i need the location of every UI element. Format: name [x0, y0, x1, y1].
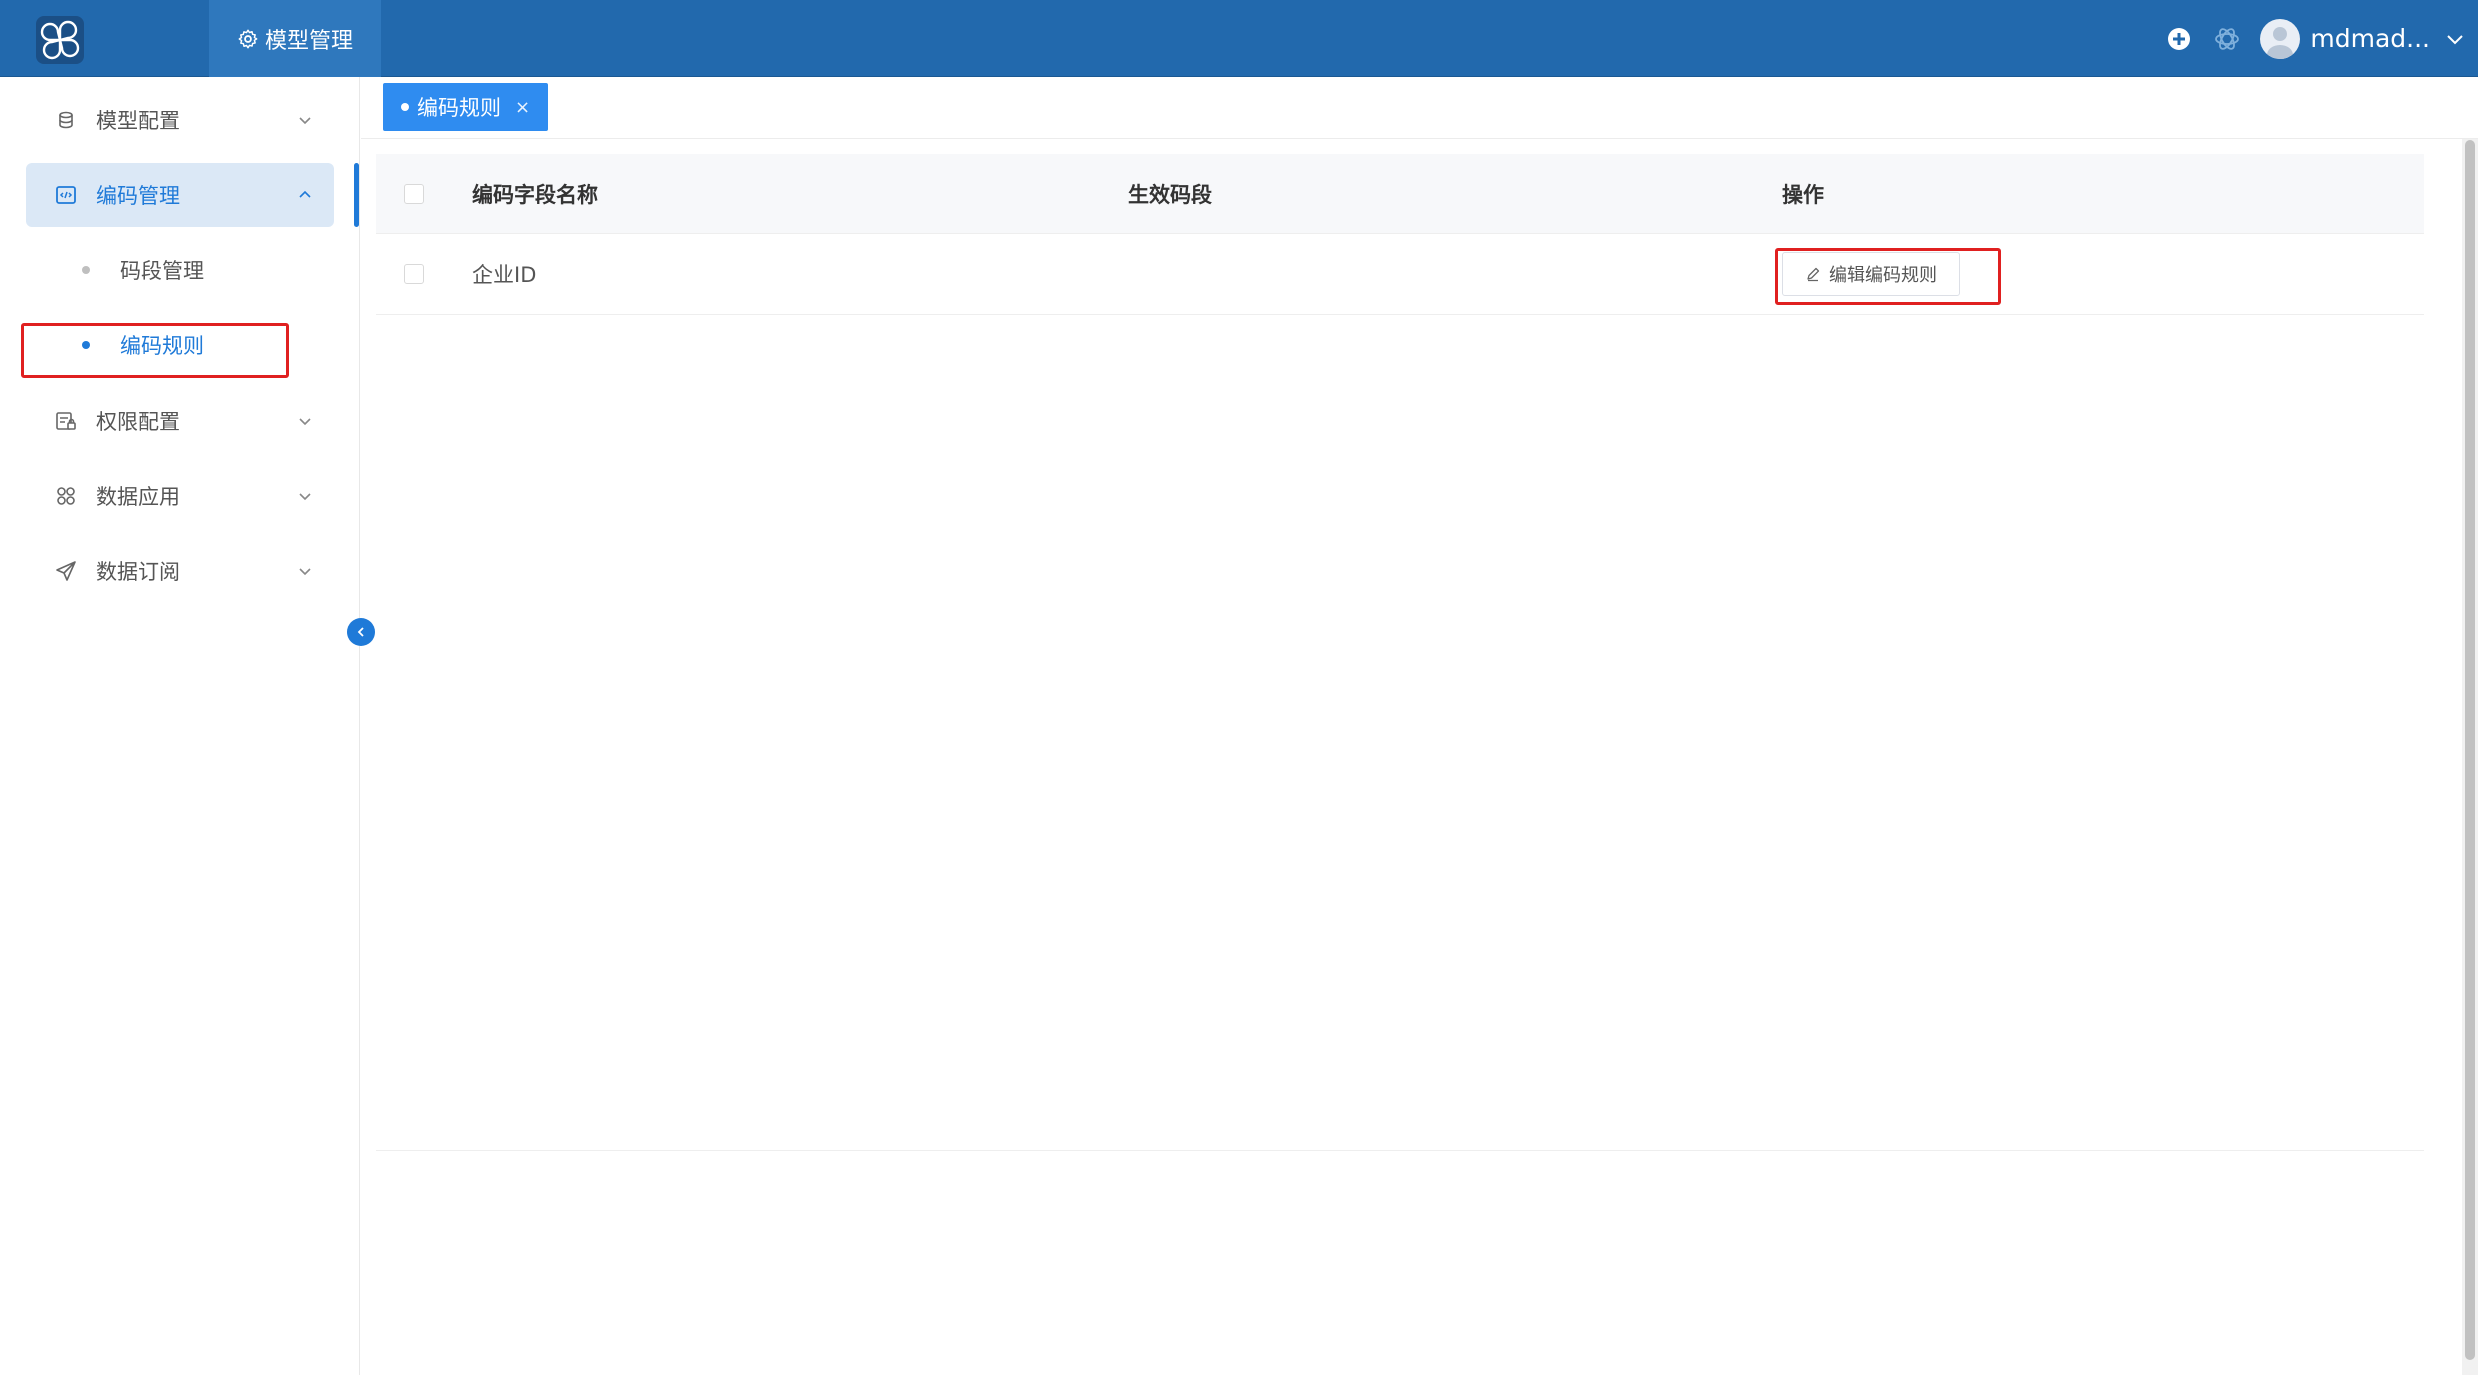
chevron-down-icon: [299, 418, 311, 426]
nav-model-management[interactable]: 模型管理: [209, 0, 381, 77]
table-header: 编码字段名称 生效码段 操作: [376, 154, 2424, 234]
gear-icon: [238, 29, 258, 48]
chevron-down-icon[interactable]: [2444, 28, 2466, 50]
close-icon[interactable]: ×: [515, 97, 530, 118]
chevron-down-icon: [299, 493, 311, 501]
highlight-box-code-rules: [21, 323, 289, 378]
database-icon: [59, 111, 73, 129]
top-header: 模型管理 mdmad...: [0, 0, 2478, 77]
chevron-down-icon: [299, 568, 311, 576]
sidebar-collapse-button[interactable]: [347, 618, 375, 646]
username[interactable]: mdmad...: [2310, 24, 2430, 53]
tab-label: 编码规则: [417, 96, 501, 120]
sidebar-item-label: 模型配置: [96, 109, 180, 133]
row-checkbox[interactable]: [404, 264, 424, 284]
nav-label: 模型管理: [264, 28, 353, 54]
sidebar-item-permission-config[interactable]: 权限配置: [26, 389, 334, 453]
sidebar-item-label: 数据订阅: [96, 560, 180, 584]
table-bottom-divider: [376, 1150, 2424, 1151]
row-select-cell: [404, 234, 424, 314]
bullet-dot: [82, 266, 90, 274]
select-all-checkbox[interactable]: [404, 183, 424, 204]
tab-code-rules[interactable]: 编码规则 ×: [383, 83, 549, 131]
openai-icon[interactable]: [2212, 24, 2242, 54]
header-right: mdmad...: [2164, 0, 2466, 77]
sidebar-subitem-label: 码段管理: [120, 259, 204, 283]
column-header-effective-segment: 生效码段: [1128, 182, 1212, 207]
active-menu-indicator: [354, 163, 359, 227]
select-all-cell: [404, 154, 424, 233]
sidebar-item-data-application[interactable]: 数据应用: [26, 464, 334, 528]
sidebar-item-code-management[interactable]: 编码管理: [26, 163, 334, 227]
grid-icon: [57, 487, 75, 505]
permission-icon: [56, 412, 76, 430]
code-rules-table: 编码字段名称 生效码段 操作 企业ID 编辑编码规则: [376, 154, 2424, 1154]
code-icon: [56, 186, 76, 204]
app-logo-icon[interactable]: [36, 16, 84, 64]
sidebar-item-label: 权限配置: [96, 410, 180, 434]
plus-circle-icon[interactable]: [2164, 24, 2194, 54]
cell-field-name: 企业ID: [472, 263, 537, 287]
sidebar-subitem-segment-management[interactable]: 码段管理: [26, 241, 286, 299]
column-header-field-name: 编码字段名称: [472, 182, 598, 207]
tab-bar: 编码规则 ×: [361, 77, 2478, 139]
scrollbar-thumb[interactable]: [2465, 140, 2475, 1360]
chevron-down-icon: [299, 117, 311, 125]
highlight-box-edit-button: [1775, 248, 2001, 305]
table-row: 企业ID 编辑编码规则: [376, 234, 2424, 315]
sidebar-item-label: 编码管理: [96, 184, 180, 208]
chevron-left-icon: [357, 627, 364, 637]
column-header-actions: 操作: [1782, 182, 1824, 207]
chevron-up-icon: [299, 190, 311, 198]
sidebar-item-data-subscription[interactable]: 数据订阅: [26, 539, 334, 603]
tab-dot: [401, 103, 409, 111]
sidebar: 模型配置 编码管理 码段管理 编码规则 权限配置 数据应用 数据订阅: [0, 77, 360, 1375]
send-icon: [56, 561, 76, 581]
user-avatar-icon[interactable]: [2260, 18, 2301, 59]
sidebar-item-model-config[interactable]: 模型配置: [26, 88, 334, 152]
sidebar-item-label: 数据应用: [96, 485, 180, 509]
